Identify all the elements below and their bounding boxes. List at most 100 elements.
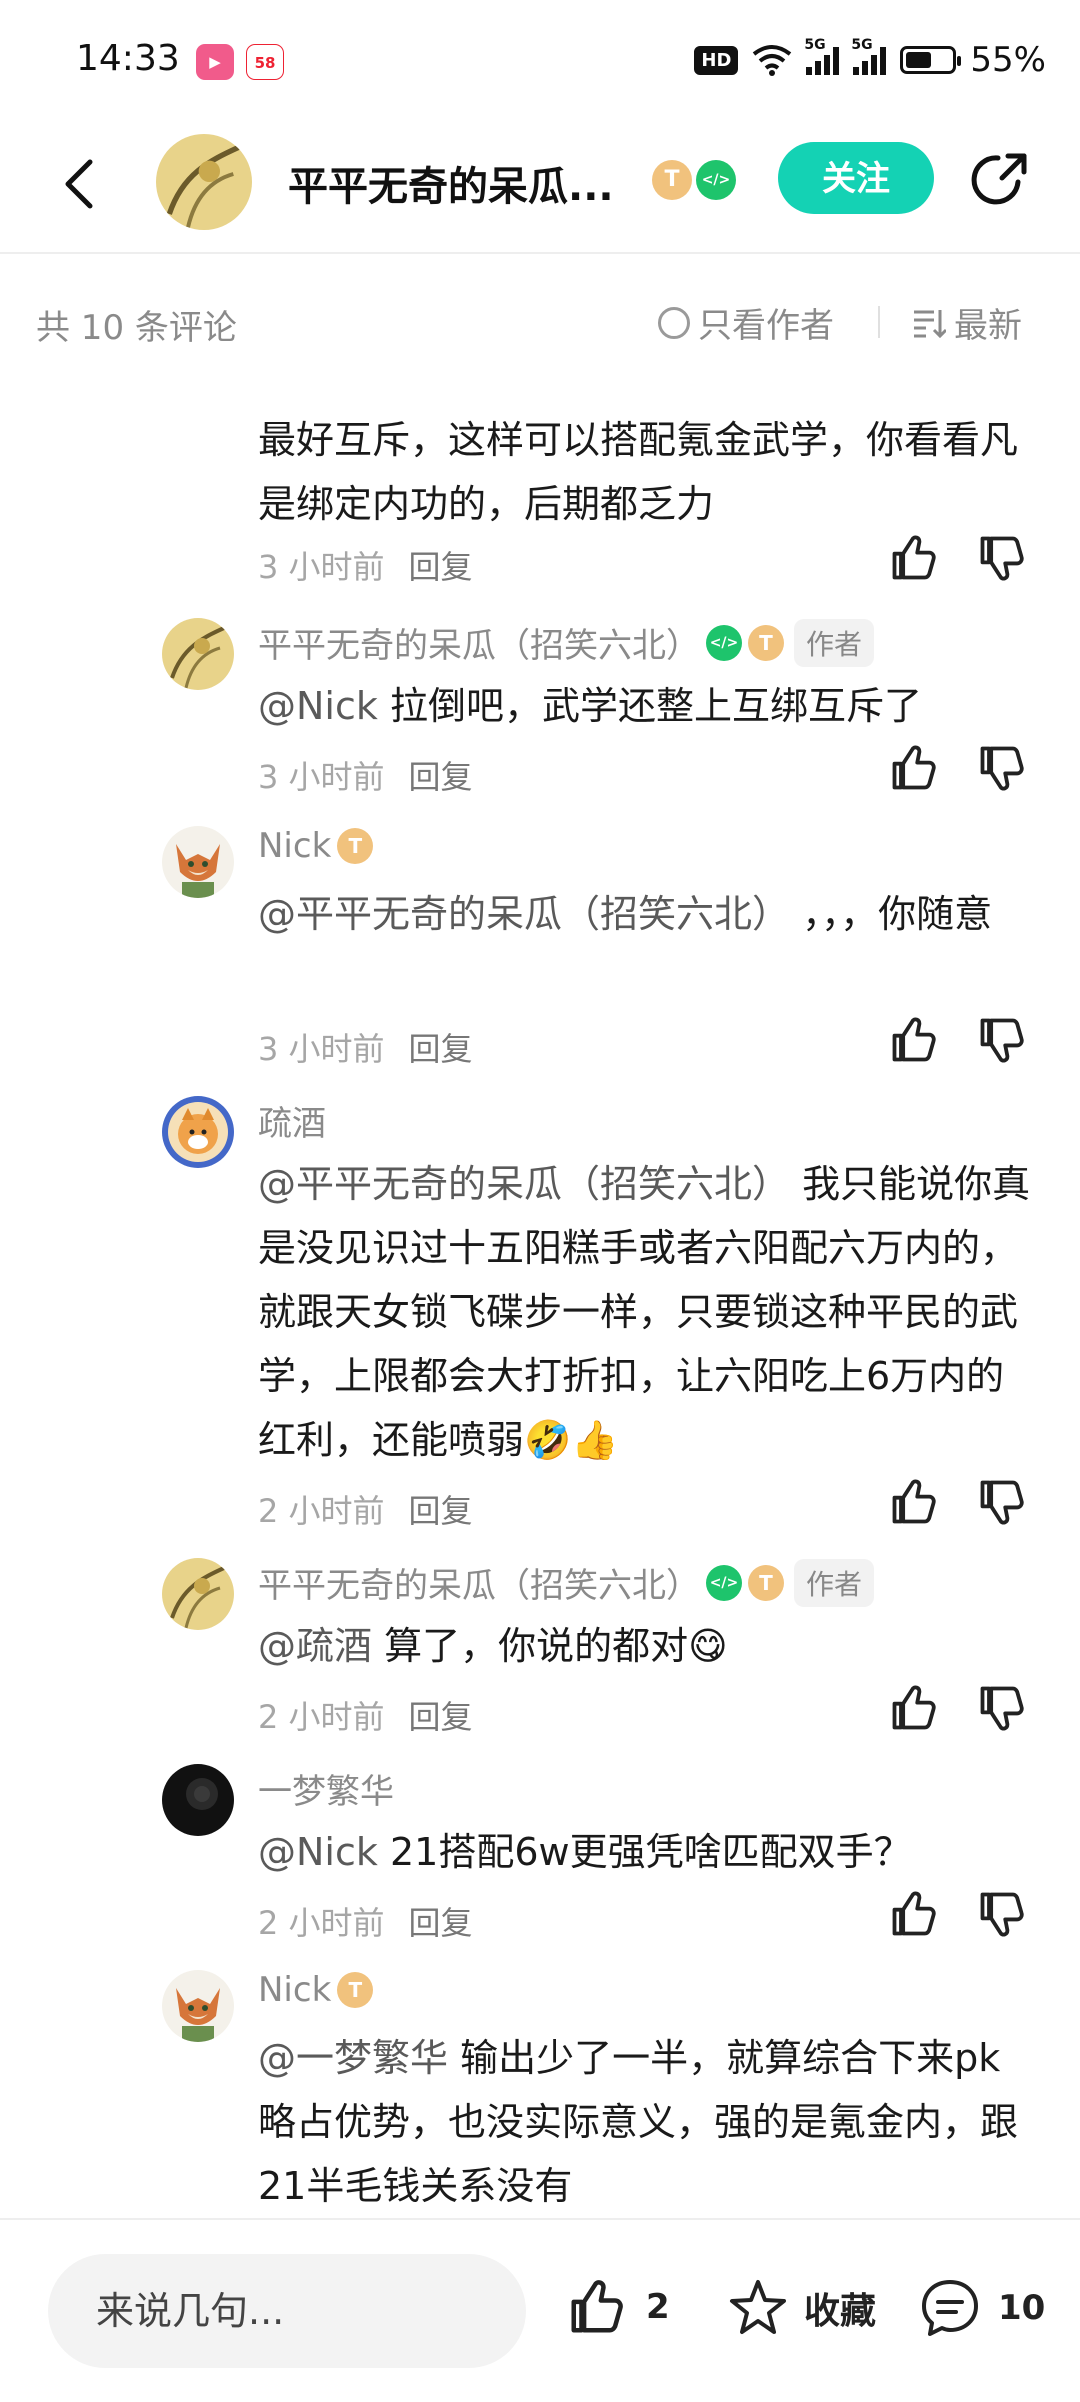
reply-button[interactable]: 回复 — [409, 1904, 473, 1942]
avatar[interactable] — [162, 1970, 234, 2042]
mention-link[interactable]: @Nick — [258, 1830, 378, 1874]
author-tag: 作者 — [794, 618, 875, 667]
status-time: 14:33 — [76, 38, 180, 79]
wifi-icon — [753, 45, 792, 76]
comment-body: 我只能说你真是没见识过十五阳糕手或者六阳配六万内的，就跟天女锁飞碟步一样，只要锁… — [258, 1162, 1031, 1462]
thumb-down-icon[interactable] — [976, 1888, 1028, 1940]
app-58-icon: 58 — [246, 44, 284, 80]
favorite-button[interactable]: 收藏 — [726, 2276, 876, 2340]
sort-icon — [914, 309, 946, 338]
comment-meta: 2 小时前 回复 — [258, 1486, 497, 1532]
author-name[interactable]: 平平无奇的呆瓜（招笑六北） — [258, 618, 700, 667]
mention-link[interactable]: @平平无奇的呆瓜（招笑六北） — [258, 892, 790, 936]
bilibili-app-icon: ▶ — [196, 44, 234, 80]
comment-text: @平平无奇的呆瓜（招笑六北） 我只能说你真是没见识过十五阳糕手或者六阳配六万内的… — [258, 1152, 1038, 1472]
sort-label: 最新 — [954, 306, 1022, 346]
status-bar: 14:33 ▶ 58 HD 5G 5G 55% — [0, 0, 1080, 118]
radio-circle-icon — [658, 306, 690, 339]
author-tag: 作者 — [794, 1558, 875, 1607]
author-name[interactable]: 平平无奇的呆瓜（招笑六北） — [258, 1558, 700, 1607]
avatar[interactable] — [162, 826, 234, 898]
comment-time: 2 小时前 — [258, 1492, 385, 1530]
mention-link[interactable]: @一梦繁华 — [258, 2036, 448, 2080]
reply-button[interactable]: 回复 — [409, 1030, 473, 1068]
comment-input[interactable]: 来说几句... — [48, 2254, 526, 2368]
comment-time: 2 小时前 — [258, 1698, 385, 1736]
level-badge-icon: T — [748, 1564, 784, 1601]
comment-text: @Nick 拉倒吧，武学还整上互绑互斥了 — [258, 674, 1038, 738]
only-author-toggle[interactable]: 只看作者 — [658, 298, 834, 347]
like-button[interactable]: 2 — [566, 2276, 670, 2338]
thumb-up-icon[interactable] — [888, 532, 940, 584]
comment-count: 10 — [998, 2288, 1046, 2328]
author-name[interactable]: 平平无奇的呆瓜... — [288, 154, 618, 212]
comment-meta: 3 小时前 回复 — [258, 1024, 497, 1070]
reply-button[interactable]: 回复 — [409, 758, 473, 796]
status-icons: HD 5G 5G 55% — [694, 37, 1046, 82]
comment-count-label: 共 10 条评论 — [36, 308, 237, 348]
only-author-label: 只看作者 — [698, 306, 834, 346]
author-name[interactable]: Nick — [258, 826, 331, 866]
thumb-up-icon[interactable] — [888, 1888, 940, 1940]
thumb-up-icon[interactable] — [888, 1682, 940, 1734]
avatar[interactable] — [162, 1096, 234, 1168]
bottom-bar: 来说几句... 2 收藏 10 — [0, 2218, 1080, 2402]
header: 平平无奇的呆瓜... T 关注 — [0, 118, 1080, 254]
comment-time: 2 小时前 — [258, 1904, 385, 1942]
author-name[interactable]: Nick — [258, 1970, 331, 2010]
mention-link[interactable]: @Nick — [258, 684, 378, 728]
mention-link[interactable]: @疏酒 — [258, 1624, 372, 1668]
thumb-up-icon[interactable] — [888, 742, 940, 794]
signal-2-icon: 5G — [851, 37, 887, 75]
favorite-label: 收藏 — [804, 2291, 877, 2332]
comment-time: 3 小时前 — [258, 1030, 385, 1068]
thumb-up-icon — [566, 2276, 628, 2338]
comment-meta: 2 小时前 回复 — [258, 1898, 497, 1944]
avatar[interactable] — [162, 1764, 234, 1836]
share-icon[interactable] — [968, 148, 1032, 212]
comment-text: @平平无奇的呆瓜（招笑六北） ，，，你随意 — [258, 882, 1038, 946]
follow-button[interactable]: 关注 — [778, 142, 934, 214]
comment-author: 疏酒 — [258, 1096, 326, 1145]
developer-badge-icon — [706, 624, 742, 661]
level-badge-icon: T — [337, 1972, 374, 2008]
thumb-down-icon[interactable] — [976, 532, 1028, 584]
avatar[interactable] — [162, 1558, 234, 1630]
sort-toggle[interactable]: 最新 — [912, 298, 1022, 347]
thumb-up-icon[interactable] — [888, 1014, 940, 1066]
comment-author: Nick T — [258, 826, 374, 866]
battery-percent: 55% — [970, 40, 1046, 80]
level-badge-icon: T — [652, 160, 692, 200]
author-name[interactable]: 一梦繁华 — [258, 1764, 394, 1813]
thumb-down-icon[interactable] — [976, 1682, 1028, 1734]
battery-icon — [900, 46, 962, 74]
divider — [878, 306, 880, 338]
thumb-down-icon[interactable] — [976, 742, 1028, 794]
comment-text: 最好互斥，这样可以搭配氪金武学，你看看凡是绑定内功的，后期都乏力 — [258, 418, 1019, 526]
comment-author: Nick T — [258, 1970, 374, 2010]
comment-meta: 3 小时前 回复 — [258, 752, 497, 798]
reply-button[interactable]: 回复 — [409, 1492, 473, 1530]
author-name[interactable]: 疏酒 — [258, 1096, 326, 1145]
developer-badge-icon — [696, 160, 736, 200]
reply-button[interactable]: 回复 — [409, 548, 473, 586]
avatar[interactable] — [162, 618, 234, 690]
mention-link[interactable]: @平平无奇的呆瓜（招笑六北） — [258, 1162, 790, 1206]
comment-time: 3 小时前 — [258, 758, 385, 796]
comment-toolbar: 共 10 条评论 只看作者 最新 — [0, 252, 1080, 392]
comment-author: 平平无奇的呆瓜（招笑六北） T 作者 — [258, 1558, 875, 1607]
comment-body: 拉倒吧，武学还整上互绑互斥了 — [389, 684, 922, 728]
signal-1-icon: 5G — [804, 37, 840, 75]
reply-button[interactable]: 回复 — [409, 1698, 473, 1736]
comment-button[interactable]: 10 — [918, 2276, 1045, 2340]
comment-meta: 2 小时前 回复 — [258, 1692, 497, 1738]
author-avatar[interactable] — [156, 134, 252, 230]
author-badges: T — [652, 160, 736, 200]
comment-text: @一梦繁华 输出少了一半，就算综合下来pk略占优势，也没实际意义，强的是氪金内，… — [258, 2026, 1038, 2218]
like-count: 2 — [646, 2287, 670, 2327]
comment-body: 21搭配6w更强凭啥匹配双手？ — [389, 1830, 912, 1874]
thumb-up-icon[interactable] — [888, 1476, 940, 1528]
back-arrow-icon[interactable] — [50, 154, 110, 214]
thumb-down-icon[interactable] — [976, 1014, 1028, 1066]
thumb-down-icon[interactable] — [976, 1476, 1028, 1528]
